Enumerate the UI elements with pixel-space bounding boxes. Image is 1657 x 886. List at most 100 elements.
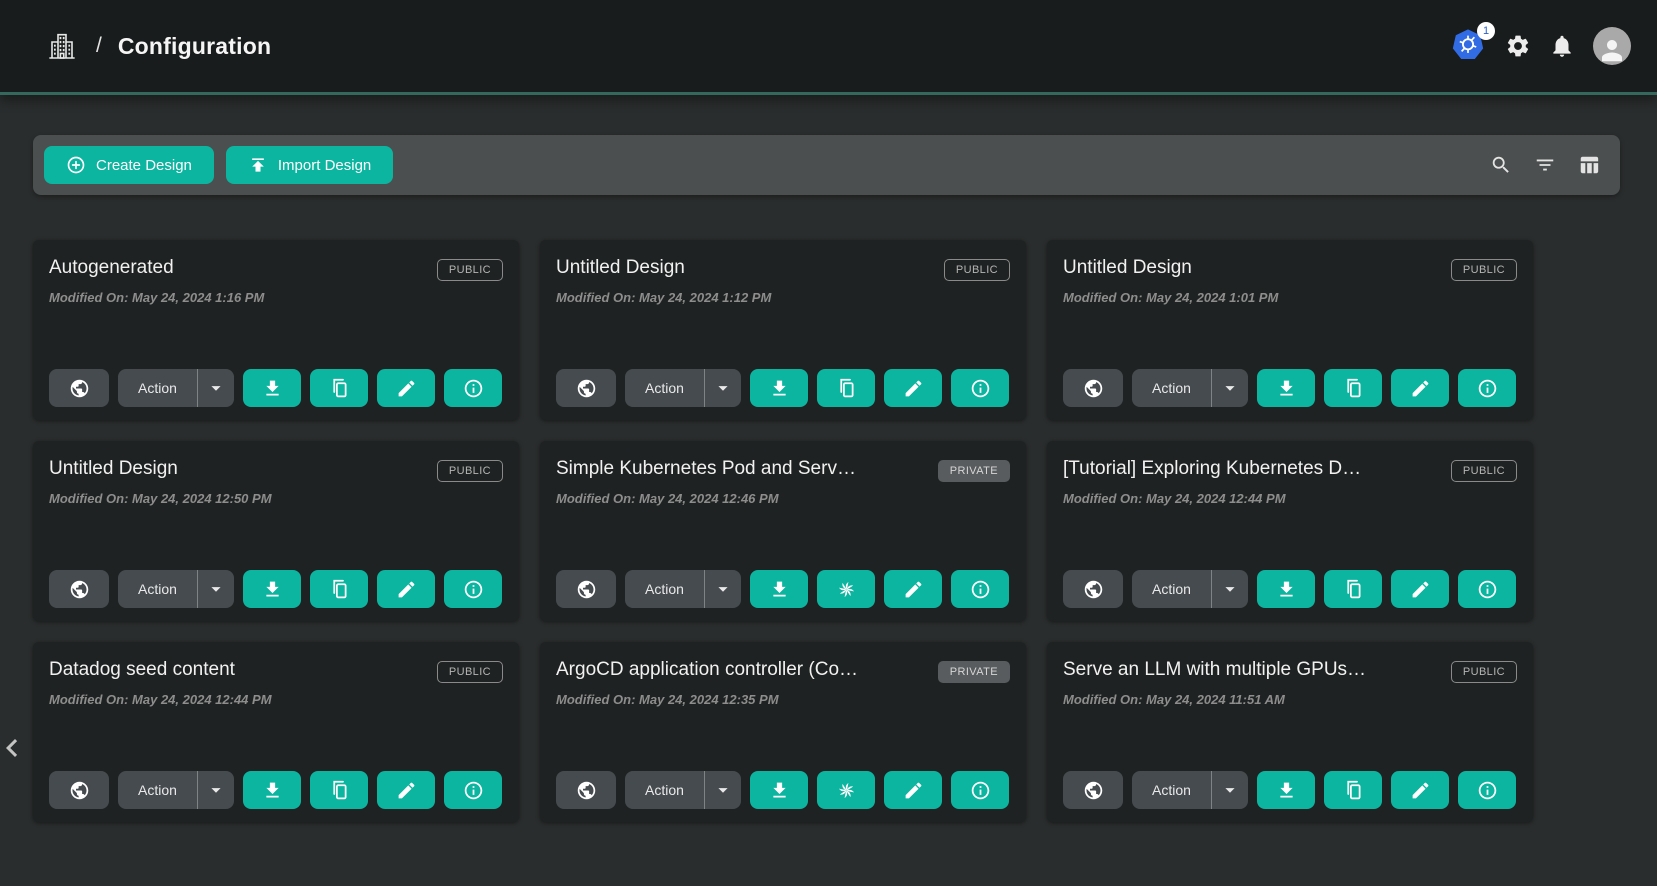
info-button[interactable] xyxy=(1458,771,1516,809)
clone-button[interactable] xyxy=(310,771,368,809)
visibility-globe-button[interactable] xyxy=(1063,771,1123,809)
action-dropdown-caret[interactable] xyxy=(197,369,234,407)
action-dropdown-caret[interactable] xyxy=(704,369,741,407)
download-button[interactable] xyxy=(1257,369,1315,407)
action-button-label[interactable]: Action xyxy=(1132,771,1211,809)
edit-button[interactable] xyxy=(884,570,942,608)
action-button-label[interactable]: Action xyxy=(118,771,197,809)
clone-button[interactable] xyxy=(1324,771,1382,809)
download-button[interactable] xyxy=(750,369,808,407)
clone-button[interactable] xyxy=(817,771,875,809)
action-dropdown-caret[interactable] xyxy=(704,570,741,608)
visibility-globe-button[interactable] xyxy=(49,771,109,809)
action-split-button[interactable]: Action xyxy=(1132,570,1248,608)
action-split-button[interactable]: Action xyxy=(118,369,234,407)
pencil-icon xyxy=(903,579,924,600)
action-split-button[interactable]: Action xyxy=(1132,771,1248,809)
design-card: [Tutorial] Exploring Kubernetes D… PUBLI… xyxy=(1047,441,1533,621)
action-dropdown-caret[interactable] xyxy=(1211,771,1248,809)
clone-button[interactable] xyxy=(1324,369,1382,407)
table-view-icon[interactable] xyxy=(1578,154,1600,176)
action-split-button[interactable]: Action xyxy=(625,369,741,407)
download-button[interactable] xyxy=(243,369,301,407)
info-button[interactable] xyxy=(444,369,502,407)
action-dropdown-caret[interactable] xyxy=(704,771,741,809)
info-icon xyxy=(1477,780,1498,801)
download-button[interactable] xyxy=(750,771,808,809)
edit-button[interactable] xyxy=(1391,369,1449,407)
download-button[interactable] xyxy=(1257,570,1315,608)
action-split-button[interactable]: Action xyxy=(625,771,741,809)
action-button-label[interactable]: Action xyxy=(1132,369,1211,407)
globe-icon xyxy=(576,378,597,399)
action-split-button[interactable]: Action xyxy=(118,771,234,809)
edit-button[interactable] xyxy=(884,771,942,809)
visibility-globe-button[interactable] xyxy=(1063,369,1123,407)
card-header: ArgoCD application controller (Co… PRIVA… xyxy=(556,659,1010,683)
globe-icon xyxy=(576,780,597,801)
action-button-label[interactable]: Action xyxy=(118,570,197,608)
clone-button[interactable] xyxy=(1324,570,1382,608)
info-button[interactable] xyxy=(951,369,1009,407)
action-button-label[interactable]: Action xyxy=(625,369,704,407)
info-button[interactable] xyxy=(1458,369,1516,407)
download-button[interactable] xyxy=(1257,771,1315,809)
info-button[interactable] xyxy=(444,771,502,809)
edit-button[interactable] xyxy=(377,369,435,407)
download-button[interactable] xyxy=(243,570,301,608)
visibility-globe-button[interactable] xyxy=(556,369,616,407)
search-icon[interactable] xyxy=(1490,154,1512,176)
visibility-globe-button[interactable] xyxy=(49,570,109,608)
card-actions: Action xyxy=(1063,369,1517,407)
visibility-globe-button[interactable] xyxy=(1063,570,1123,608)
action-dropdown-caret[interactable] xyxy=(1211,570,1248,608)
edit-button[interactable] xyxy=(377,771,435,809)
caret-down-icon xyxy=(1219,779,1241,801)
copy-icon xyxy=(1343,579,1364,600)
edit-button[interactable] xyxy=(1391,570,1449,608)
clone-button[interactable] xyxy=(310,369,368,407)
user-avatar[interactable] xyxy=(1593,27,1631,65)
sidebar-collapse-chevron-icon[interactable] xyxy=(0,730,30,766)
action-button-label[interactable]: Action xyxy=(118,369,197,407)
create-design-button[interactable]: Create Design xyxy=(44,146,214,184)
action-split-button[interactable]: Action xyxy=(118,570,234,608)
edit-button[interactable] xyxy=(884,369,942,407)
clone-button[interactable] xyxy=(817,369,875,407)
breadcrumb-separator: / xyxy=(96,34,102,58)
action-dropdown-caret[interactable] xyxy=(197,771,234,809)
action-dropdown-caret[interactable] xyxy=(1211,369,1248,407)
info-button[interactable] xyxy=(951,771,1009,809)
action-button-label[interactable]: Action xyxy=(625,570,704,608)
card-actions: Action xyxy=(1063,570,1517,608)
action-split-button[interactable]: Action xyxy=(1132,369,1248,407)
info-button[interactable] xyxy=(444,570,502,608)
action-dropdown-caret[interactable] xyxy=(197,570,234,608)
info-button[interactable] xyxy=(951,570,1009,608)
settings-gear-icon[interactable] xyxy=(1505,33,1531,59)
create-design-label: Create Design xyxy=(96,157,192,174)
visibility-globe-button[interactable] xyxy=(556,771,616,809)
visibility-globe-button[interactable] xyxy=(49,369,109,407)
clone-button[interactable] xyxy=(817,570,875,608)
info-button[interactable] xyxy=(1458,570,1516,608)
person-icon xyxy=(1597,35,1627,65)
copy-icon xyxy=(836,378,857,399)
card-actions: Action xyxy=(49,570,503,608)
edit-button[interactable] xyxy=(1391,771,1449,809)
kubernetes-context-button[interactable]: 1 xyxy=(1451,28,1487,64)
visibility-globe-button[interactable] xyxy=(556,570,616,608)
download-button[interactable] xyxy=(750,570,808,608)
organization-building-icon[interactable] xyxy=(46,30,78,62)
download-icon xyxy=(262,579,283,600)
download-button[interactable] xyxy=(243,771,301,809)
action-button-label[interactable]: Action xyxy=(1132,570,1211,608)
import-design-button[interactable]: Import Design xyxy=(226,146,393,184)
action-split-button[interactable]: Action xyxy=(625,570,741,608)
design-title: Untitled Design xyxy=(49,458,178,480)
notifications-bell-icon[interactable] xyxy=(1549,33,1575,59)
action-button-label[interactable]: Action xyxy=(625,771,704,809)
clone-button[interactable] xyxy=(310,570,368,608)
filter-icon[interactable] xyxy=(1534,154,1556,176)
edit-button[interactable] xyxy=(377,570,435,608)
